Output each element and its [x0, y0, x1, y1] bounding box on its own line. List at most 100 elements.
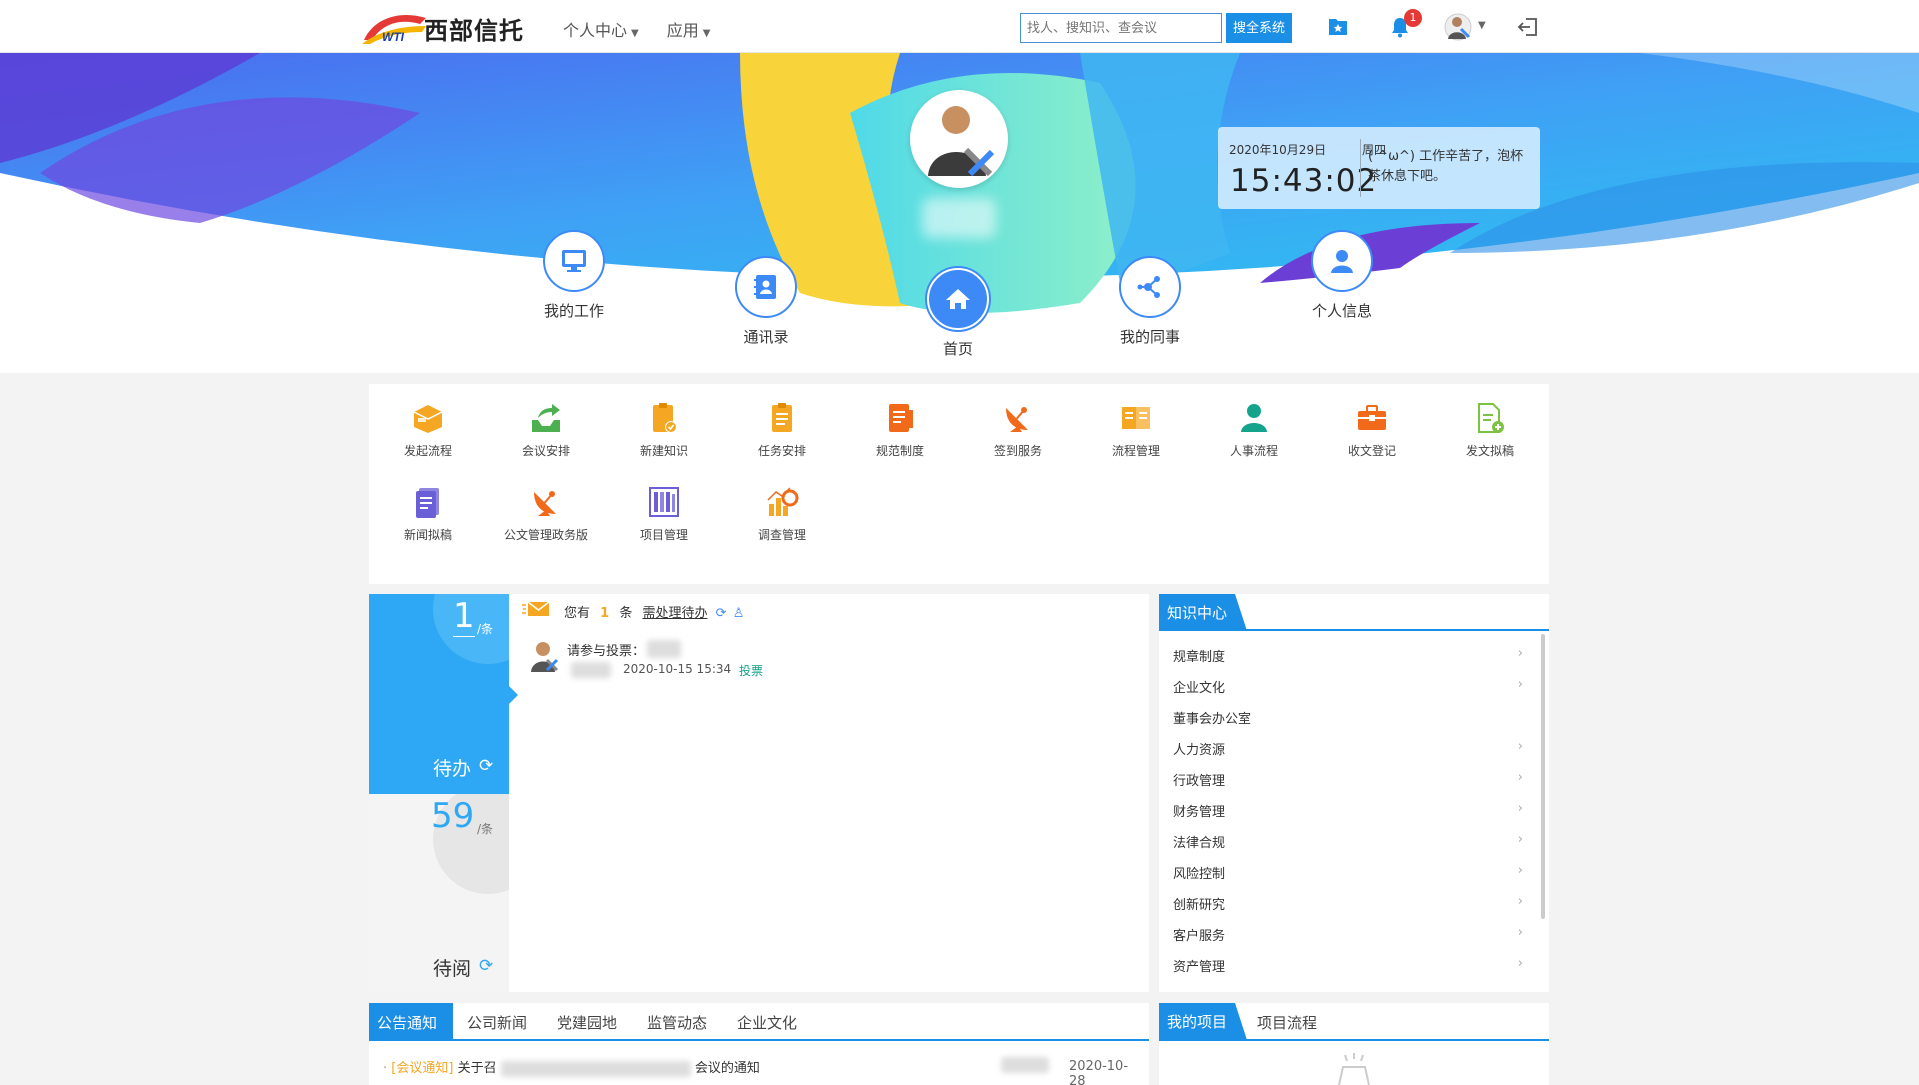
app-task-arrange[interactable]: 任务安排 [723, 400, 841, 459]
tab-regulatory-news[interactable]: 监管动态 [647, 1012, 707, 1033]
knowledge-item[interactable]: 资产管理 › [1173, 956, 1523, 975]
clock-divider [1360, 139, 1361, 197]
app-official-docs-gov[interactable]: 公文管理政务版 [487, 484, 605, 543]
nav-profile-label: 个人信息 [1311, 302, 1372, 320]
monitor-icon [562, 250, 586, 272]
caret-down-icon[interactable]: ▼ [1478, 20, 1486, 31]
clock-date: 2020年10月29日 [1229, 143, 1327, 157]
knowledge-item-label: 法律合规 [1173, 836, 1226, 851]
tab-project-process[interactable]: 项目流程 [1257, 1012, 1317, 1033]
app-survey-management[interactable]: 调查管理 [723, 484, 841, 543]
clock-time: 15:43:02 [1230, 163, 1378, 199]
knowledge-item[interactable]: 法律合规 › [1173, 832, 1523, 851]
toolbox-icon [1358, 405, 1386, 430]
app-meeting-arrange[interactable]: 会议安排 [487, 400, 605, 459]
app-hr-process[interactable]: 人事流程 [1195, 400, 1313, 459]
app-project-management[interactable]: 项目管理 [605, 484, 723, 543]
document-rules-icon [889, 404, 913, 432]
empty-box-icon [1338, 1053, 1370, 1085]
person-icon [1241, 404, 1267, 432]
menu-apps[interactable]: 应用 ▼ [667, 17, 711, 41]
top-bar: WTI 西部信托 个人中心▼ 应用▼ 搜全系统 1 ▼ [0, 0, 1919, 53]
blurred-sender [571, 662, 611, 678]
app-check-in[interactable]: 签到服务 [959, 400, 1077, 459]
pending-link[interactable]: 需处理待办 [643, 606, 708, 621]
blurred-text [500, 1060, 691, 1077]
person-outline-icon[interactable]: ♙ [733, 606, 745, 621]
todo-read-card[interactable]: 59 /条 待阅 ⟳ [369, 794, 509, 992]
knowledge-item[interactable]: 行政管理 › [1173, 770, 1523, 789]
top-nav-menu: 个人中心 ▼ 应用 ▼ [563, 17, 710, 41]
blurred-text [647, 640, 681, 658]
user-name-blurred [922, 198, 996, 238]
chevron-right-icon: › [1517, 677, 1523, 692]
knowledge-item[interactable]: 财务管理 › [1173, 801, 1523, 820]
tab-party-garden[interactable]: 党建园地 [557, 1012, 617, 1033]
address-book-icon [754, 275, 776, 299]
todo-summary: 您有 1 条 需处理待办 ⟳ ♙ [564, 606, 745, 621]
chart-icon [767, 487, 799, 516]
refresh-icon[interactable]: ⟳ [716, 606, 727, 621]
pending-label: 待办 [433, 758, 472, 780]
knowledge-item[interactable]: 人力资源 › [1173, 739, 1523, 758]
nav-my-work[interactable] [543, 230, 605, 292]
knowledge-item[interactable]: 规章制度 › [1173, 646, 1523, 665]
menu-personal-center[interactable]: 个人中心 ▼ [563, 17, 639, 41]
knowledge-item[interactable]: 企业文化 › [1173, 677, 1523, 696]
knowledge-center-panel: 知识中心 规章制度 › 企业文化 › 董事会办公室 人力资源 › 行政管理 › 财务管理 › 法律合规… [1159, 594, 1549, 992]
knowledge-item[interactable]: 董事会办公室 [1173, 708, 1523, 727]
read-label: 待阅 [433, 958, 472, 980]
app-regulations[interactable]: 规范制度 [841, 400, 959, 459]
nav-profile[interactable] [1311, 230, 1373, 292]
knowledge-item-label: 人力资源 [1173, 743, 1226, 758]
nav-colleagues[interactable] [1119, 256, 1181, 318]
notice-item[interactable]: · [会议通知] 关于召 会议的通知 2020-10-28 [383, 1057, 1143, 1085]
search-input[interactable] [1020, 13, 1222, 43]
search-all-button[interactable]: 搜全系统 [1226, 13, 1292, 43]
logo-mark-icon: WTI [360, 10, 430, 46]
nav-contacts[interactable] [735, 256, 797, 318]
tab-corporate-culture[interactable]: 企业文化 [737, 1012, 797, 1033]
chevron-right-icon: › [1517, 956, 1523, 971]
nav-home[interactable] [927, 268, 989, 330]
notice-date: 2020-10-28 [1069, 1059, 1129, 1085]
tab-announcements[interactable]: 公告通知 [377, 1012, 437, 1033]
knowledge-item-label: 企业文化 [1173, 681, 1226, 696]
app-outgoing-draft[interactable]: 发文拟稿 [1431, 400, 1549, 459]
notice-title-start: 关于召 [457, 1061, 497, 1076]
favorite-icon[interactable] [1326, 15, 1350, 39]
refresh-icon[interactable]: ⟳ [479, 956, 493, 976]
knowledge-item-label: 董事会办公室 [1173, 712, 1252, 727]
app-new-knowledge[interactable]: 新建知识 [605, 400, 723, 459]
app-incoming-register[interactable]: 收文登记 [1313, 400, 1431, 459]
user-avatar[interactable] [1444, 13, 1472, 41]
knowledge-item[interactable]: 客户服务 › [1173, 925, 1523, 944]
logout-icon[interactable] [1516, 15, 1540, 39]
satellite-dish-icon [1006, 407, 1028, 432]
app-process-management[interactable]: 流程管理 [1077, 400, 1195, 459]
active-pointer [509, 686, 518, 704]
profile-avatar[interactable] [910, 90, 1008, 188]
caret-down-icon: ▼ [702, 28, 711, 39]
todo-item[interactable]: 请参与投票： 2020-10-15 15:34 投票 [529, 640, 1129, 680]
knowledge-tab-head: 知识中心 [1159, 594, 1549, 631]
refresh-icon[interactable]: ⟳ [479, 756, 493, 776]
app-start-process[interactable]: 发起流程 [369, 400, 487, 459]
knowledge-item[interactable]: 风险控制 › [1173, 863, 1523, 882]
app-news-draft[interactable]: 新闻拟稿 [369, 484, 487, 543]
logo-text: 西部信托 [424, 16, 524, 45]
tab-knowledge-center[interactable]: 知识中心 [1159, 594, 1248, 631]
news-document-icon [416, 488, 439, 518]
scrollbar[interactable] [1541, 634, 1545, 919]
knowledge-item[interactable]: 创新研究 › [1173, 894, 1523, 913]
user-icon [1331, 250, 1353, 273]
knowledge-item-label: 规章制度 [1173, 650, 1226, 665]
process-book-icon [1122, 407, 1150, 429]
todo-pending-card[interactable]: 1 /条 待办 ⟳ [369, 594, 509, 794]
tab-company-news[interactable]: 公司新闻 [467, 1012, 527, 1033]
tab-my-projects[interactable]: 我的项目 [1159, 1003, 1248, 1041]
task-list-icon [772, 403, 792, 432]
mail-icon [522, 601, 550, 616]
chevron-right-icon: › [1517, 801, 1523, 816]
logo[interactable]: WTI 西部信托 [360, 10, 524, 46]
